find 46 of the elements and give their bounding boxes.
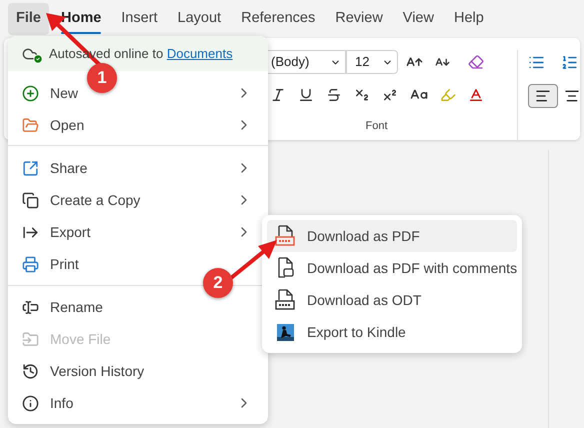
pdf-file-icon xyxy=(275,225,295,247)
odt-file-icon xyxy=(275,289,295,311)
strikethrough-icon[interactable] xyxy=(326,87,342,103)
folder-icon xyxy=(22,116,39,134)
submenu-item[interactable]: Download as PDF with comments xyxy=(267,252,517,284)
ribbon-tab[interactable]: Review xyxy=(327,3,391,35)
info-icon xyxy=(22,394,39,412)
rename-icon xyxy=(22,298,39,316)
align-left-button[interactable] xyxy=(528,84,558,108)
underline-icon[interactable] xyxy=(298,87,314,103)
copy-icon xyxy=(22,192,39,208)
menu-item[interactable]: Rename xyxy=(8,293,111,321)
cloud-check-icon xyxy=(22,46,40,62)
history-icon xyxy=(22,362,39,380)
ribbon-tab[interactable]: References xyxy=(233,3,324,35)
menu-item[interactable]: Share xyxy=(8,154,268,182)
menu-item[interactable]: Export xyxy=(8,218,268,246)
submenu-item[interactable]: Export to Kindle xyxy=(267,316,517,348)
superscript-icon[interactable] xyxy=(382,87,398,103)
group-label: Font xyxy=(365,119,388,134)
subscript-icon[interactable] xyxy=(354,87,370,103)
documents-link[interactable]: Documents xyxy=(166,46,233,61)
submenu-item[interactable]: Download as ODT xyxy=(267,284,517,316)
align-left-icon xyxy=(535,88,551,104)
ribbon-tab[interactable]: Insert xyxy=(113,3,166,35)
ribbon-tab[interactable]: View xyxy=(394,3,442,35)
align-center-icon[interactable] xyxy=(564,88,580,104)
kindle-icon xyxy=(276,324,294,340)
share-icon xyxy=(22,160,39,176)
menu-item[interactable]: Info xyxy=(8,389,268,417)
menu-item[interactable]: Version History xyxy=(8,357,152,385)
font-color-icon[interactable] xyxy=(468,87,484,103)
printer-icon xyxy=(22,256,39,272)
menu-item[interactable]: Open xyxy=(8,111,268,139)
font-size-field[interactable]: 12 xyxy=(346,50,398,74)
eraser-icon[interactable] xyxy=(468,54,484,70)
ribbon-tab[interactable]: Help xyxy=(446,3,492,35)
folder-move-icon xyxy=(22,330,39,348)
ribbon-tab[interactable]: Layout xyxy=(170,3,230,35)
italic-icon[interactable] xyxy=(270,87,286,103)
ribbon-tab[interactable]: File xyxy=(8,3,49,35)
numbered-list-icon[interactable] xyxy=(561,54,578,70)
menu-item[interactable]: Create a Copy xyxy=(8,186,268,214)
plus-circle-icon xyxy=(22,84,39,102)
menu-item[interactable]: Print xyxy=(8,250,87,278)
submenu-item[interactable]: Download as PDF xyxy=(267,220,517,252)
